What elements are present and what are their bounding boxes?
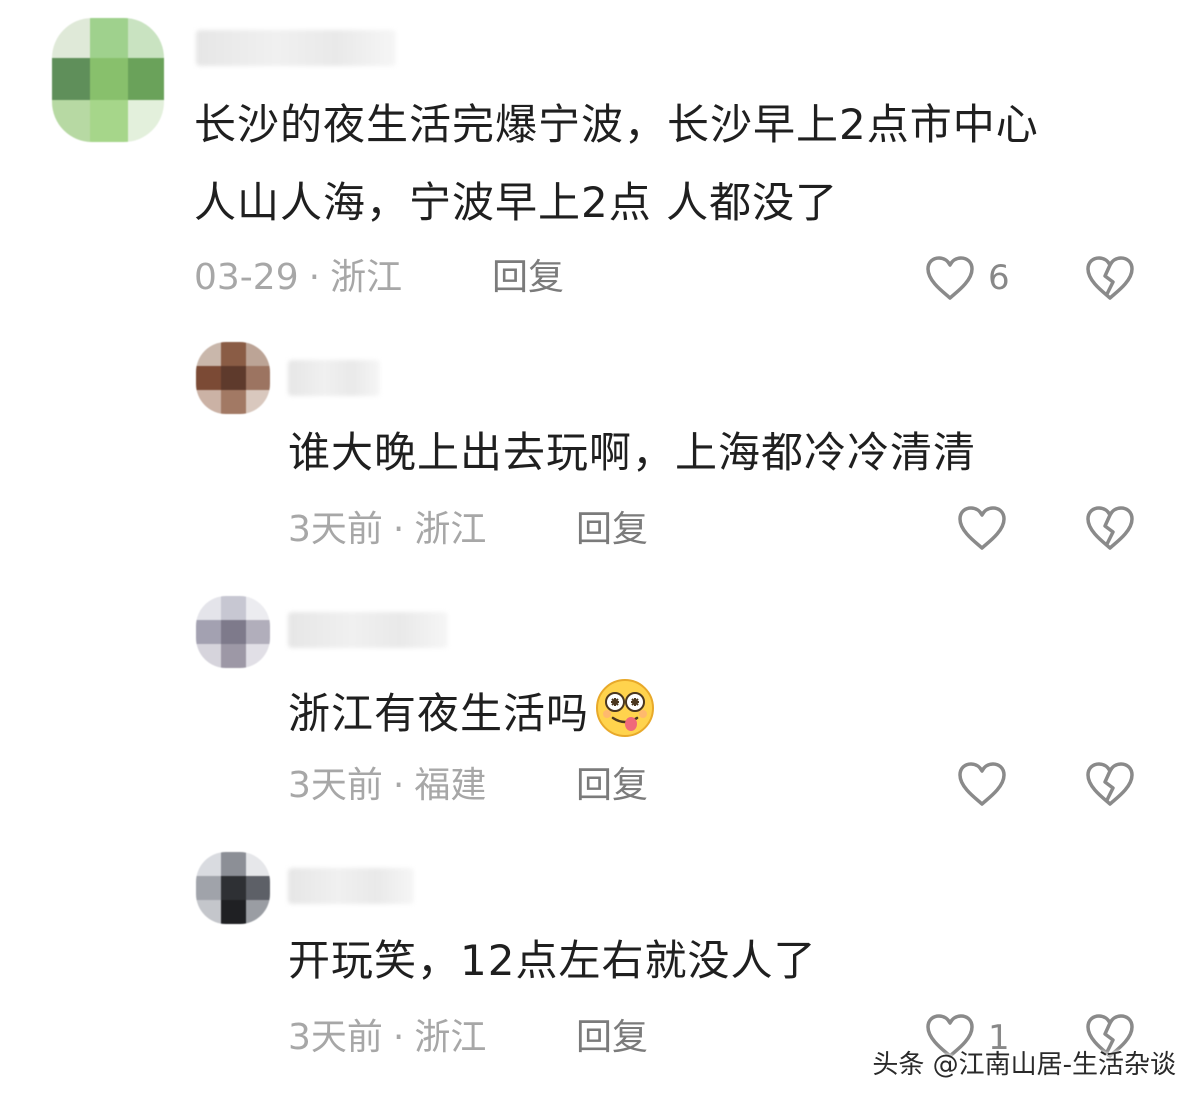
username-blurred[interactable] xyxy=(288,868,414,904)
comment-meta: 3天前 · 浙江 xyxy=(288,508,486,552)
reply-button[interactable]: 回复 xyxy=(492,256,564,300)
avatar[interactable] xyxy=(196,852,270,924)
reply-button[interactable]: 回复 xyxy=(576,508,648,552)
avatar[interactable] xyxy=(196,342,270,414)
comment-meta: 03-29 · 浙江 xyxy=(194,256,402,300)
comment-meta: 3天前 · 浙江 xyxy=(288,1016,486,1060)
timestamp: 03-29 xyxy=(194,257,299,298)
broken-heart-icon[interactable] xyxy=(1084,254,1136,302)
meta-separator: · xyxy=(392,509,405,550)
timestamp: 3天前 xyxy=(288,509,383,550)
meta-separator: · xyxy=(392,765,405,806)
location: 浙江 xyxy=(414,1017,487,1058)
username-blurred[interactable] xyxy=(288,612,448,648)
heart-outline-icon[interactable] xyxy=(956,504,1008,552)
location: 福建 xyxy=(414,765,487,806)
reply-button[interactable]: 回复 xyxy=(576,764,648,808)
username-blurred[interactable] xyxy=(288,360,380,396)
like-count: 6 xyxy=(988,258,1010,298)
comment-text: 谁大晚上出去玩啊，上海都冷冷清清 xyxy=(288,428,977,477)
comment-text: 浙江有夜生活吗 xyxy=(288,676,657,745)
timestamp: 3天前 xyxy=(288,1017,383,1058)
avatar[interactable] xyxy=(196,596,270,668)
meta-separator: · xyxy=(308,257,321,298)
meta-separator: · xyxy=(392,1017,405,1058)
comment-text-line: 长沙的夜生活完爆宁波，长沙早上2点市中心 xyxy=(194,100,1039,149)
heart-outline-icon[interactable] xyxy=(956,760,1008,808)
comment-text-content: 浙江有夜生活吗 xyxy=(288,689,590,738)
comment-meta: 3天前 · 福建 xyxy=(288,764,486,808)
reply-button[interactable]: 回复 xyxy=(576,1016,648,1060)
username-blurred[interactable] xyxy=(196,30,396,66)
timestamp: 3天前 xyxy=(288,765,383,806)
location: 浙江 xyxy=(330,257,403,298)
dizzy-tongue-emoji xyxy=(596,679,655,737)
broken-heart-icon[interactable] xyxy=(1084,760,1136,808)
watermark-text: 头条 @江南山居-生活杂谈 xyxy=(872,1050,1176,1080)
broken-heart-icon[interactable] xyxy=(1084,504,1136,552)
comment-text-line: 人山人海，宁波早上2点 人都没了 xyxy=(194,178,839,227)
avatar[interactable] xyxy=(52,18,164,142)
comment-text: 开玩笑，12点左右就没人了 xyxy=(288,936,817,985)
heart-outline-icon[interactable] xyxy=(924,254,976,302)
location: 浙江 xyxy=(414,509,487,550)
